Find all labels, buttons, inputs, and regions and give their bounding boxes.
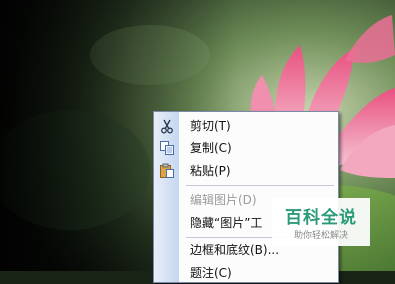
menu-separator bbox=[186, 185, 334, 186]
menu-item-label: 题注(C) bbox=[190, 266, 232, 280]
menu-item-copy[interactable]: 复制(C) bbox=[154, 137, 338, 159]
menu-item-caption[interactable]: 题注(C) bbox=[154, 262, 338, 284]
watermark-title: 百科全说 bbox=[285, 208, 357, 228]
menu-item-label: 剪切(T) bbox=[190, 119, 231, 133]
menu-item-cut[interactable]: 剪切(T) bbox=[154, 115, 338, 137]
context-menu: 剪切(T) 复制(C) 粘贴(P) 编辑图片(D) 隐藏“图片”工 边框和底纹(… bbox=[153, 111, 339, 283]
menu-item-paste[interactable]: 粘贴(P) bbox=[154, 160, 338, 182]
menu-item-label: 编辑图片(D) bbox=[190, 193, 257, 207]
menu-item-label: 隐藏“图片”工 bbox=[190, 216, 263, 230]
paste-icon bbox=[159, 163, 175, 179]
menu-item-label: 粘贴(P) bbox=[190, 164, 231, 178]
menu-item-label: 边框和底纹(B)... bbox=[190, 243, 280, 257]
copy-icon bbox=[159, 140, 175, 156]
scissors-icon bbox=[159, 118, 175, 134]
menu-item-label: 复制(C) bbox=[190, 141, 232, 155]
watermark-logo: 百科全说 助你轻松解决 bbox=[272, 198, 370, 246]
watermark-subtitle: 助你轻松解决 bbox=[293, 231, 348, 241]
